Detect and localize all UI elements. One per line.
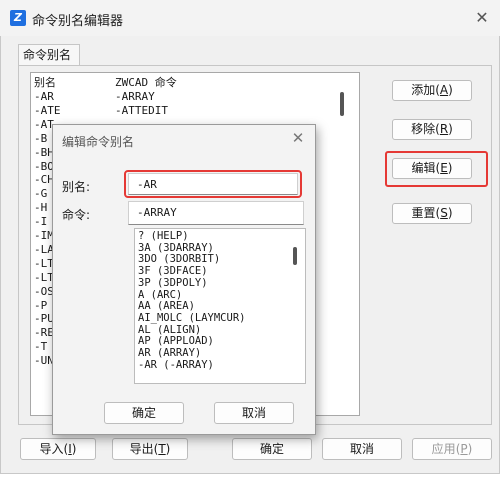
list-item[interactable]: -ATE -ATTEDIT <box>31 104 341 118</box>
command-list-item[interactable]: -AR (-ARRAY) <box>138 359 214 372</box>
column-header-command[interactable]: ZWCAD 命令 <box>115 74 177 90</box>
alias-list-scrollbar[interactable] <box>340 92 344 116</box>
column-header-alias[interactable]: 别名 <box>34 74 56 90</box>
command-list-scrollbar[interactable] <box>293 247 297 265</box>
list-item-alias: -ATE <box>34 103 61 117</box>
remove-button[interactable]: 移除(R) <box>392 119 472 140</box>
command-list-item[interactable]: ? (HELP) <box>138 230 189 243</box>
export-button-key: T <box>158 442 166 456</box>
list-item-command: -ARRAY <box>115 90 155 103</box>
export-button[interactable]: 导出(T) <box>112 438 188 460</box>
list-item-command: -ATTEDIT <box>115 103 168 117</box>
apply-button-label: 应用 <box>431 442 456 456</box>
list-item[interactable]: -AR -ARRAY <box>31 90 341 104</box>
import-button[interactable]: 导入(I) <box>20 438 96 460</box>
main-cancel-button[interactable]: 取消 <box>322 438 402 460</box>
command-label: 命令: <box>62 208 91 222</box>
command-list-item[interactable]: AI_MOLC (LAYMCUR) <box>138 312 245 325</box>
export-button-label: 导出 <box>129 442 154 456</box>
main-ok-button[interactable]: 确定 <box>232 438 312 460</box>
dialog-close-icon[interactable]: ✕ <box>288 128 308 148</box>
dialog-cancel-button[interactable]: 取消 <box>214 402 294 424</box>
add-button-key: A <box>439 83 449 97</box>
add-button[interactable]: 添加(A) <box>392 80 472 101</box>
remove-button-label: 移除 <box>411 122 436 136</box>
command-input[interactable]: -ARRAY <box>128 201 304 225</box>
apply-button[interactable]: 应用(P) <box>412 438 492 460</box>
dialog-title: 编辑命令别名 <box>62 135 135 149</box>
list-item-alias: -AR <box>34 90 54 103</box>
add-button-label: 添加 <box>411 83 436 97</box>
zwcad-app-icon: Z <box>10 10 26 26</box>
reset-button-label: 重置 <box>411 206 436 220</box>
import-button-key: I <box>68 442 72 456</box>
reset-button[interactable]: 重置(S) <box>392 203 472 224</box>
command-list-item[interactable]: 3P (3DPOLY) <box>138 277 208 290</box>
dialog-ok-button[interactable]: 确定 <box>104 402 184 424</box>
command-list-item[interactable]: AR (ARRAY) <box>138 347 201 360</box>
window-title: 命令别名编辑器 <box>32 14 124 29</box>
apply-button-key: P <box>460 442 468 456</box>
import-button-label: 导入 <box>39 442 64 456</box>
command-list[interactable]: ? (HELP) 3A (3DARRAY) 3DO (3DORBIT) 3F (3DF… <box>134 228 306 384</box>
alias-input-highlight <box>124 170 302 198</box>
close-icon[interactable]: ✕ <box>470 6 494 30</box>
edit-button-highlight <box>385 151 488 187</box>
remove-button-key: R <box>439 122 449 136</box>
reset-button-key: S <box>440 206 448 220</box>
tab-command-alias[interactable]: 命令别名 <box>18 44 80 66</box>
alias-label: 别名: <box>62 180 91 194</box>
